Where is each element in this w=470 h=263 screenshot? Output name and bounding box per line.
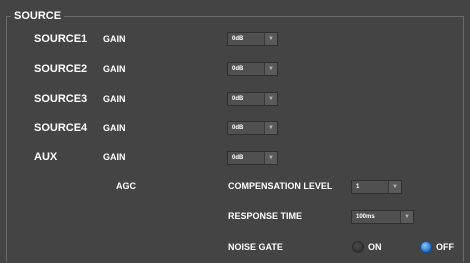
source2-gain-dropdown[interactable]: 0dB ▼ [227,62,278,76]
source3-gain-label: GAIN [103,94,126,104]
source4-label: SOURCE4 [34,122,88,134]
chevron-down-icon[interactable]: ▼ [264,93,277,105]
source3-gain-dropdown[interactable]: 0dB ▼ [227,92,278,106]
source1-gain-dropdown[interactable]: 0dB ▼ [227,32,278,46]
noise-gate-off-label[interactable]: OFF [436,242,454,253]
source2-gain-label: GAIN [103,64,126,74]
compensation-level-dropdown[interactable]: 1 ▼ [351,180,402,194]
noise-gate-on-radio[interactable] [352,241,364,253]
source1-gain-label: GAIN [103,34,126,44]
source2-label: SOURCE2 [34,63,88,75]
chevron-down-icon[interactable]: ▼ [400,211,413,223]
aux-label: AUX [34,151,58,163]
response-time-dropdown[interactable]: 100ms ▼ [351,210,414,224]
source3-label: SOURCE3 [34,93,88,105]
chevron-down-icon[interactable]: ▼ [264,63,277,75]
aux-gain-value: 0dB [228,152,264,164]
chevron-down-icon[interactable]: ▼ [264,122,277,134]
aux-gain-dropdown[interactable]: 0dB ▼ [227,151,278,165]
chevron-down-icon[interactable]: ▼ [264,152,277,164]
source1-label: SOURCE1 [34,33,88,45]
noise-gate-label: NOISE GATE [228,242,283,252]
noise-gate-on-label[interactable]: ON [368,242,382,253]
agc-label: AGC [116,181,136,191]
noise-gate-off-radio[interactable] [420,241,432,253]
chevron-down-icon[interactable]: ▼ [388,181,401,193]
source4-gain-dropdown[interactable]: 0dB ▼ [227,121,278,135]
compensation-level-value: 1 [352,181,388,193]
source1-gain-value: 0dB [228,33,264,45]
source4-gain-label: GAIN [103,123,126,133]
response-time-value: 100ms [352,211,400,223]
section-title: SOURCE [11,9,65,23]
source3-gain-value: 0dB [228,93,264,105]
source2-gain-value: 0dB [228,63,264,75]
chevron-down-icon[interactable]: ▼ [264,33,277,45]
aux-gain-label: GAIN [103,152,126,162]
source-panel [6,16,464,262]
response-time-label: RESPONSE TIME [228,211,303,221]
source4-gain-value: 0dB [228,122,264,134]
compensation-level-label: COMPENSATION LEVEL [228,181,333,191]
